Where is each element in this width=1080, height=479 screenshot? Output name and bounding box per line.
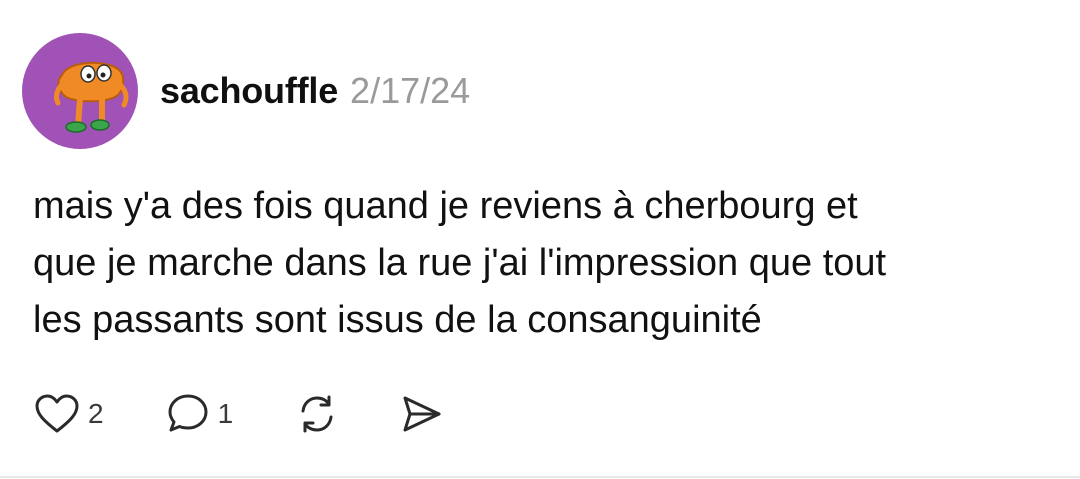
repost-button[interactable] (295, 392, 339, 436)
share-button[interactable] (399, 392, 443, 436)
post-header: sachouffle 2/17/24 (160, 70, 470, 118)
send-icon (403, 396, 441, 432)
speech-bubble-icon (168, 394, 208, 432)
like-button[interactable]: 2 (34, 393, 104, 435)
post-date[interactable]: 2/17/24 (350, 70, 470, 112)
username[interactable]: sachouffle (160, 70, 338, 112)
post-text: mais y'a des fois quand je reviens à che… (33, 185, 887, 341)
heart-icon (35, 394, 79, 433)
repost-arrows-icon (301, 395, 333, 433)
like-count: 2 (88, 398, 104, 429)
avatar[interactable] (22, 33, 138, 149)
cartoon-character-avatar-icon (53, 61, 129, 133)
divider (0, 476, 1080, 478)
post-actions: 2 1 (34, 392, 443, 436)
reply-count: 1 (217, 398, 234, 429)
reply-button[interactable]: 1 (166, 392, 234, 436)
post-card: sachouffle 2/17/24 mais y'a des fois qua… (0, 0, 1080, 479)
